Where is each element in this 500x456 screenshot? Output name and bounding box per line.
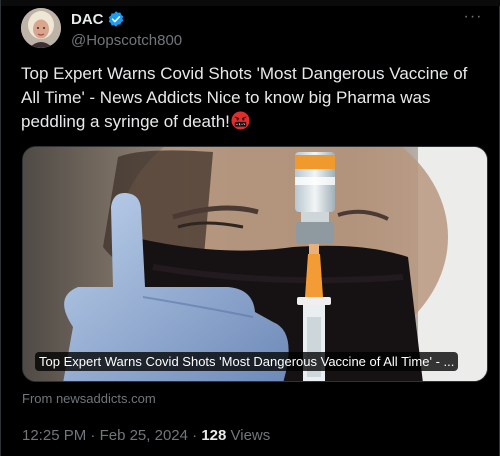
link-preview-card[interactable]: Top Expert Warns Covid Shots 'Most Dange… [22, 146, 488, 382]
meta-separator: · [90, 427, 96, 444]
tweet-card[interactable]: DAC @Hopscotch800 ··· Top Expert Warns C… [0, 0, 500, 456]
link-source[interactable]: From newsaddicts.com [22, 391, 156, 406]
verified-badge-icon [107, 10, 125, 28]
tweet-text: Top Expert Warns Covid Shots 'Most Dange… [21, 62, 481, 134]
tweet-header: DAC @Hopscotch800 ··· [21, 8, 487, 52]
tweet-time[interactable]: 12:25 PM [22, 427, 86, 444]
tweet-date[interactable]: Feb 25, 2024 [100, 427, 188, 444]
meta-separator: · [192, 427, 198, 444]
avatar[interactable] [21, 8, 61, 48]
angry-swearing-face-emoji-icon [231, 111, 250, 130]
vaccine-photo-image [23, 147, 487, 381]
views-label: Views [230, 427, 271, 444]
link-card-caption: Top Expert Warns Covid Shots 'Most Dange… [35, 352, 459, 371]
more-options-icon[interactable]: ··· [459, 9, 487, 30]
top-divider [1, 0, 500, 6]
views-count[interactable]: 128 [201, 427, 226, 444]
author-names: DAC @Hopscotch800 [71, 9, 182, 51]
author-handle[interactable]: @Hopscotch800 [71, 31, 182, 51]
display-name[interactable]: DAC [71, 11, 104, 28]
tweet-meta: 12:25 PM · Feb 25, 2024 · 128 Views [22, 427, 270, 444]
avatar-image [21, 8, 61, 48]
